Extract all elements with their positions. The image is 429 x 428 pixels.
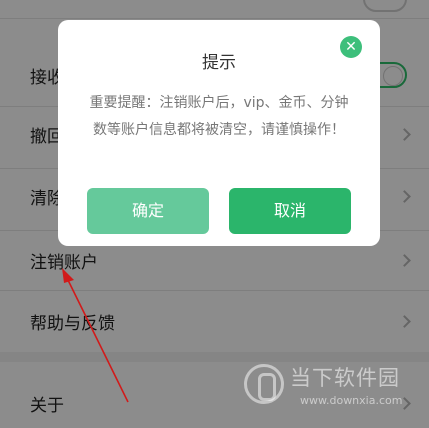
arrow-head bbox=[62, 268, 74, 283]
watermark-logo-icon bbox=[244, 364, 284, 404]
confirm-dialog: 提示 ✕ 重要提醒：注销账户后，vip、金币、分钟数等账户信息都将被清空，请谨慎… bbox=[58, 20, 380, 246]
watermark: 当下软件园 www.downxia.com bbox=[244, 358, 414, 418]
watermark-name: 当下软件园 bbox=[290, 366, 400, 390]
confirm-button[interactable]: 确定 bbox=[87, 188, 209, 234]
close-icon[interactable]: ✕ bbox=[340, 36, 362, 58]
dialog-message: 重要提醒：注销账户后，vip、金币、分钟数等账户信息都将被清空，请谨慎操作！ bbox=[89, 95, 349, 138]
dialog-title: 提示 bbox=[202, 53, 236, 73]
arrow-shaft bbox=[65, 275, 129, 403]
watermark-url: www.downxia.com bbox=[300, 394, 403, 407]
cancel-button[interactable]: 取消 bbox=[229, 188, 351, 234]
